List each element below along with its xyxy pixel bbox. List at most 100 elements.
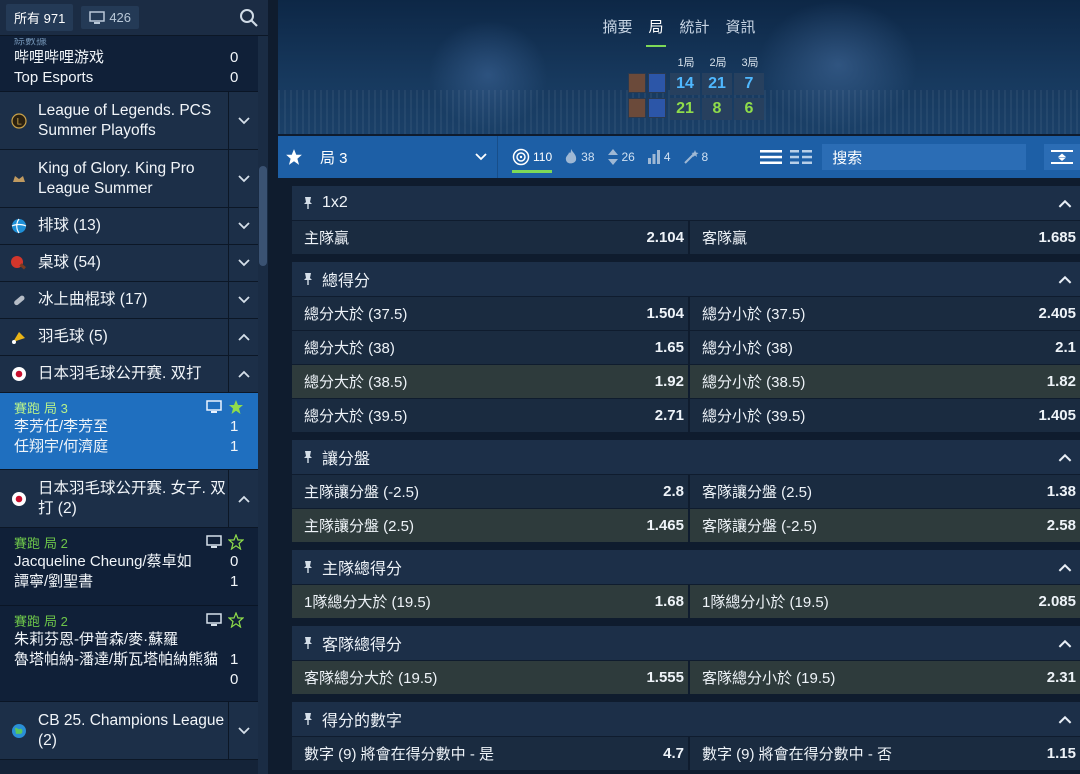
tab-stats[interactable]: 統計 xyxy=(672,14,718,39)
live-match-item-active[interactable]: 賽跑 局 3 李芳任/李芳至 1 任翔宇/何濟庭 1 xyxy=(0,393,258,470)
tab-sets[interactable]: 局 xyxy=(640,14,671,47)
chevron-up-icon[interactable] xyxy=(228,319,258,355)
odds-button[interactable]: 客隊贏 1.685 xyxy=(690,221,1080,254)
favorite-star-outline-icon[interactable] xyxy=(228,534,244,550)
favorite-star-outline-icon[interactable] xyxy=(228,612,244,628)
column-view-icon[interactable] xyxy=(790,149,813,165)
filter-special[interactable]: 8 xyxy=(683,136,708,178)
odds-button[interactable]: 主隊贏 2.104 xyxy=(292,221,688,254)
chevron-down-icon[interactable] xyxy=(228,208,258,244)
favorite-star-icon[interactable] xyxy=(228,399,244,415)
odds-button[interactable]: 總分大於 (39.5) 2.71 xyxy=(292,399,688,432)
odds-label: 總分小於 (38.5) xyxy=(702,374,806,391)
sport-item-ice-hockey[interactable]: 冰上曲棍球 (17) xyxy=(0,282,258,319)
sport-item-volleyball[interactable]: 排球 (13) xyxy=(0,208,258,245)
market-search-input[interactable]: 搜索 xyxy=(822,144,1027,170)
odds-label: 數字 (9) 將會在得分數中 - 否 xyxy=(702,746,892,763)
pin-icon[interactable] xyxy=(302,450,322,464)
live-status-row: 賽跑 局 2 xyxy=(14,532,244,552)
odds-button[interactable]: 主隊讓分盤 (-2.5) 2.8 xyxy=(292,475,688,508)
monitor-icon[interactable] xyxy=(206,400,222,414)
tab-summary[interactable]: 摘要 xyxy=(594,14,640,39)
market-title: 1x2 xyxy=(322,194,348,211)
live-status: 賽跑 xyxy=(14,613,41,629)
chevron-up-icon[interactable] xyxy=(1050,563,1080,572)
chevron-up-icon[interactable] xyxy=(228,356,258,392)
odds-button[interactable]: 1隊總分大於 (19.5) 1.68 xyxy=(292,585,688,618)
sport-name: 冰上曲棍球 (17) xyxy=(38,291,148,308)
monitor-icon[interactable] xyxy=(206,535,222,549)
odds-label: 總分大於 (38.5) xyxy=(304,374,408,391)
odds-button[interactable]: 客隊讓分盤 (-2.5) 2.58 xyxy=(690,509,1080,542)
period-select[interactable]: 局 3 xyxy=(310,136,498,178)
odds-button[interactable]: 客隊總分小於 (19.5) 2.31 xyxy=(690,661,1080,694)
odds-button[interactable]: 總分小於 (37.5) 2.405 xyxy=(690,297,1080,330)
chevron-up-icon[interactable] xyxy=(1050,639,1080,648)
pin-icon[interactable] xyxy=(302,196,322,210)
monitor-icon[interactable] xyxy=(206,613,222,627)
chevron-down-icon[interactable] xyxy=(228,245,258,281)
chevron-down-icon[interactable] xyxy=(228,92,258,149)
scrollbar-thumb[interactable] xyxy=(259,166,267,266)
odds-label: 數字 (9) 將會在得分數中 - 是 xyxy=(304,746,494,763)
filter-updown[interactable]: 26 xyxy=(607,136,635,178)
count: 4 xyxy=(663,150,671,164)
chevron-down-icon[interactable] xyxy=(228,282,258,318)
collapse-all-button[interactable] xyxy=(1044,144,1080,170)
filter-stats[interactable]: 4 xyxy=(647,136,671,178)
league-item-king-of-glory[interactable]: King of Glory. King Pro League Summer xyxy=(0,150,258,208)
market-header[interactable]: 得分的數字 xyxy=(292,702,1080,736)
chevron-up-icon[interactable] xyxy=(1050,275,1080,284)
league-item-lol-pcs[interactable]: L League of Legends. PCS Summer Playoffs xyxy=(0,92,258,150)
avatar xyxy=(628,73,646,93)
all-events-button[interactable]: 所有 971 xyxy=(6,4,74,31)
pin-icon[interactable] xyxy=(302,272,322,286)
chevron-up-icon[interactable] xyxy=(228,470,258,527)
market-header[interactable]: 主隊總得分 xyxy=(292,550,1080,584)
market-header[interactable]: 總得分 xyxy=(292,262,1080,296)
odds-row: 總分大於 (39.5) 2.71 總分小於 (39.5) 1.405 xyxy=(292,399,1080,432)
match-tabs: 摘要 局 統計 資訊 xyxy=(278,14,1080,47)
odds-button[interactable]: 數字 (9) 將會在得分數中 - 否 1.15 xyxy=(690,737,1080,770)
globe-icon xyxy=(0,723,38,739)
pin-icon[interactable] xyxy=(302,560,322,574)
pin-icon[interactable] xyxy=(302,712,322,726)
live-match-item[interactable]: 賽跑 局 2 朱莉芬恩-伊普森/麥·蘇羅 魯塔帕納-潘達/斯瓦塔帕納熊貓 1 0 xyxy=(0,606,258,702)
chevron-down-icon[interactable] xyxy=(228,150,258,207)
sidebar-scrollbar[interactable] xyxy=(258,36,268,774)
live-stream-filter[interactable]: 426 xyxy=(81,6,140,29)
list-view-icon[interactable] xyxy=(760,149,783,165)
sport-item-badminton[interactable]: 羽毛球 (5) xyxy=(0,319,258,356)
filter-all-markets[interactable]: 110 xyxy=(512,136,553,178)
league-item-cb25[interactable]: CB 25. Champions League (2) xyxy=(0,702,258,760)
odds-button[interactable]: 總分小於 (39.5) 1.405 xyxy=(690,399,1080,432)
live-match-item[interactable]: 賽跑 局 2 Jacqueline Cheung/蔡卓如 0 譚寧/劉聖書 1 xyxy=(0,528,258,606)
odds-button[interactable]: 總分大於 (38.5) 1.92 xyxy=(292,365,688,398)
sidebar-search-button[interactable] xyxy=(236,5,262,31)
league-item-japan-doubles[interactable]: 日本羽毛球公开赛. 双打 xyxy=(0,356,258,393)
match-item-bilibili[interactable]: 綜數據 哔哩哔哩游戏 0 Top Esports 0 xyxy=(0,36,258,92)
odds-button[interactable]: 數字 (9) 將會在得分數中 - 是 4.7 xyxy=(292,737,688,770)
league-item-japan-women-doubles[interactable]: 日本羽毛球公开赛. 女子. 双打 (2) xyxy=(0,470,258,528)
pin-icon[interactable] xyxy=(302,636,322,650)
odds-button[interactable]: 客隊讓分盤 (2.5) 1.38 xyxy=(690,475,1080,508)
odds-button[interactable]: 總分小於 (38) 2.1 xyxy=(690,331,1080,364)
chevron-up-icon[interactable] xyxy=(1050,715,1080,724)
tab-info[interactable]: 資訊 xyxy=(718,14,764,39)
odds-button[interactable]: 總分小於 (38.5) 1.82 xyxy=(690,365,1080,398)
market-header[interactable]: 1x2 xyxy=(292,186,1080,220)
odds-row: 客隊總分大於 (19.5) 1.555 客隊總分小於 (19.5) 2.31 xyxy=(292,661,1080,694)
favorite-markets-button[interactable] xyxy=(278,148,310,166)
odds-button[interactable]: 客隊總分大於 (19.5) 1.555 xyxy=(292,661,688,694)
chevron-up-icon[interactable] xyxy=(1050,453,1080,462)
odds-button[interactable]: 主隊讓分盤 (2.5) 1.465 xyxy=(292,509,688,542)
chevron-down-icon[interactable] xyxy=(228,702,258,759)
market-header[interactable]: 讓分盤 xyxy=(292,440,1080,474)
odds-button[interactable]: 總分大於 (38) 1.65 xyxy=(292,331,688,364)
chevron-up-icon[interactable] xyxy=(1050,199,1080,208)
filter-hot[interactable]: 38 xyxy=(564,136,595,178)
market-header[interactable]: 客隊總得分 xyxy=(292,626,1080,660)
sport-item-table-tennis[interactable]: 桌球 (54) xyxy=(0,245,258,282)
odds-button[interactable]: 1隊總分小於 (19.5) 2.085 xyxy=(690,585,1080,618)
odds-button[interactable]: 總分大於 (37.5) 1.504 xyxy=(292,297,688,330)
